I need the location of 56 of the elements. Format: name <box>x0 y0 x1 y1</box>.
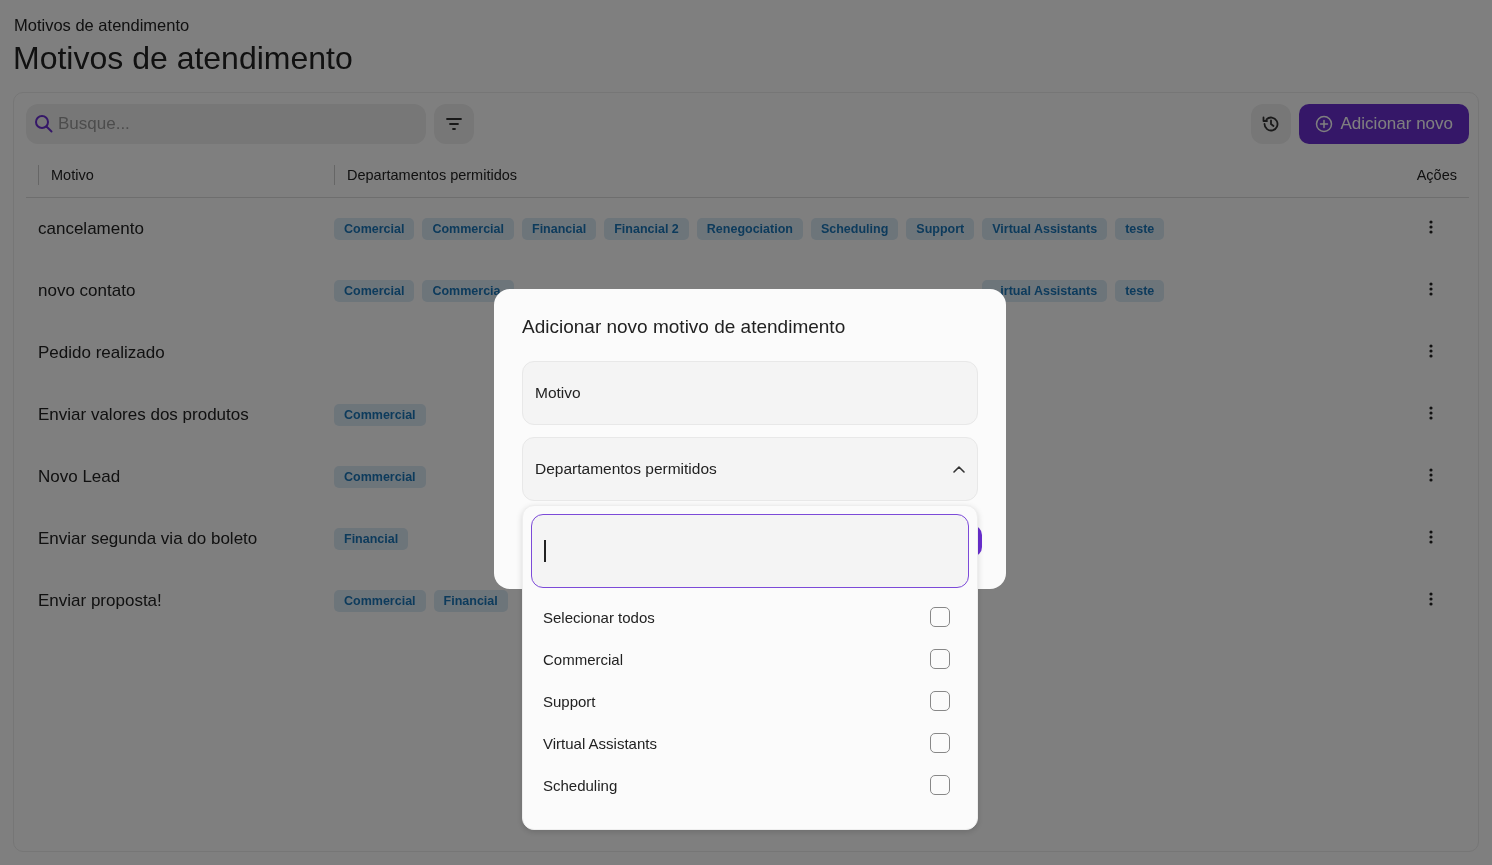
checkbox[interactable] <box>930 733 950 753</box>
department-tag: Commercial <box>334 404 426 426</box>
department-tag: Financial <box>334 528 409 550</box>
department-tag: Comercial <box>334 280 415 302</box>
dialog-title: Adicionar novo motivo de atendimento <box>522 315 847 339</box>
reason-cell-text: Enviar valores dos produtos <box>38 405 250 425</box>
history-icon <box>1260 114 1281 134</box>
text-cursor <box>544 540 546 562</box>
reason-field[interactable]: Motivo <box>522 361 978 425</box>
dropdown-option[interactable]: Commercial <box>531 638 969 680</box>
column-header: Ações <box>1415 167 1458 183</box>
more-vertical-icon <box>1429 592 1433 606</box>
dropdown-option[interactable]: Scheduling <box>531 764 969 806</box>
reason-cell-text: Enviar proposta! <box>38 591 163 611</box>
filter-input-field[interactable] <box>531 514 969 588</box>
dropdown-option[interactable]: Virtual Assistants <box>531 722 969 764</box>
more-vertical-icon <box>1429 468 1433 482</box>
department-tag: Renegociation <box>696 218 803 240</box>
plus-circle-icon <box>1314 115 1333 133</box>
column-header: Departamentos permitidos <box>334 165 1389 185</box>
more-vertical-icon <box>1429 530 1433 544</box>
dropdown-option[interactable]: Support <box>531 680 969 722</box>
history-button[interactable] <box>1250 104 1291 144</box>
column-header: Motivo <box>38 165 334 185</box>
filter-button[interactable] <box>434 104 474 144</box>
reason-cell-text: Pedido realizado <box>38 343 166 363</box>
department-tag: Financial 2 <box>604 218 689 240</box>
more-vertical-icon <box>1429 344 1433 358</box>
more-vertical-icon <box>1429 220 1433 234</box>
department-tag: Comercial <box>334 218 415 240</box>
reason-cell-text: Enviar segunda via do boleto <box>38 529 259 549</box>
department-tag: Support <box>906 218 975 240</box>
dropdown-option[interactable]: Selecionar todos <box>531 596 969 638</box>
department-tag: Commercial <box>334 590 426 612</box>
reason-cell-text: Novo Lead <box>38 467 122 487</box>
department-tag: Scheduling <box>810 218 899 240</box>
checkbox[interactable] <box>930 691 950 711</box>
reason-cell-text: cancelamento <box>38 219 145 239</box>
filter-icon <box>445 117 463 131</box>
department-tag: Commercial <box>334 466 426 488</box>
department-tag: Financial <box>433 590 508 612</box>
department-tag: teste <box>1115 218 1165 240</box>
checkbox[interactable] <box>930 607 950 627</box>
breadcrumb: Motivos de atendimento <box>14 15 191 36</box>
department-tag: Commercial <box>422 218 514 240</box>
reason-cell-text: novo contato <box>38 281 137 301</box>
department-tag: teste <box>1115 280 1165 302</box>
checkbox[interactable] <box>930 649 950 669</box>
add-new-button[interactable]: Adicionar novo <box>1298 104 1469 144</box>
more-vertical-icon <box>1429 282 1433 296</box>
page-title: Motivos de atendimento <box>13 39 354 78</box>
more-vertical-icon <box>1429 406 1433 420</box>
department-tag: Virtual Assistants <box>982 218 1108 240</box>
department-tag: Financial <box>522 218 597 240</box>
departments-select[interactable]: Departamentos permitidos <box>522 437 978 501</box>
checkbox[interactable] <box>930 775 950 795</box>
